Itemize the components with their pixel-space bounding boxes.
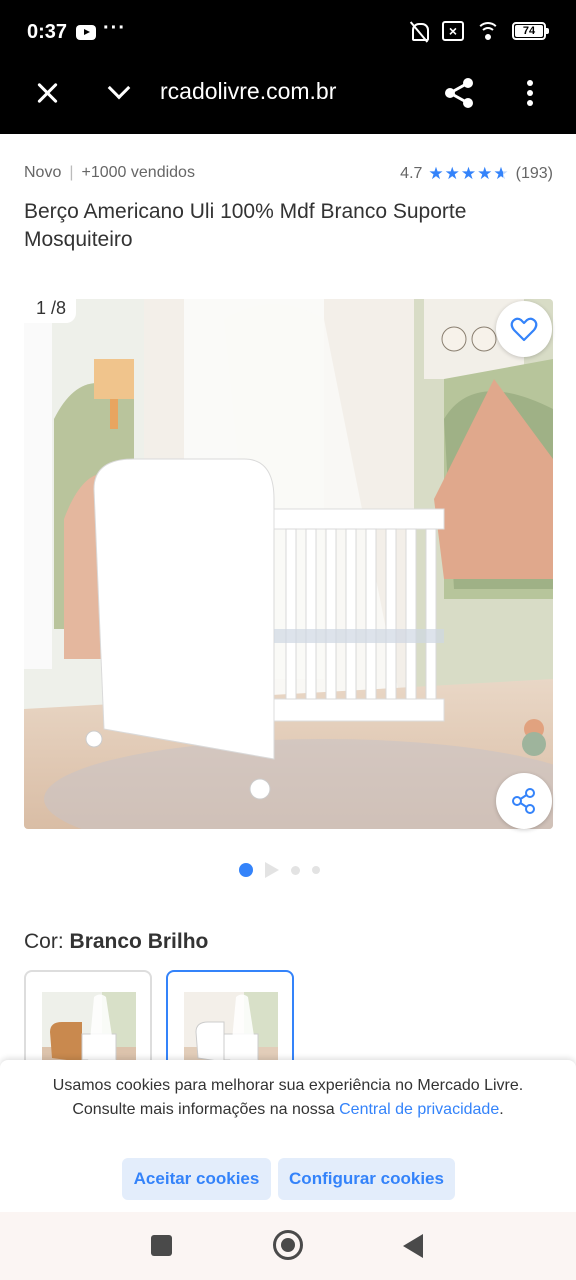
- share-button[interactable]: [496, 773, 552, 829]
- pagination-dot[interactable]: [238, 863, 253, 877]
- star-rating-icon: ★★★★★: [428, 164, 510, 183]
- battery-level: 74: [522, 25, 536, 37]
- rating[interactable]: 4.7 ★★★★★ (193): [400, 164, 553, 184]
- pagination-dot[interactable]: [290, 865, 300, 875]
- image-counter: 1 /8: [24, 294, 77, 323]
- configure-cookies-button[interactable]: Configurar cookies: [278, 1158, 455, 1200]
- chevron-down-icon[interactable]: [106, 80, 132, 100]
- color-label: Cor:: [24, 930, 64, 953]
- browser-toolbar: rcadolivre.com.br: [0, 64, 576, 134]
- color-selector-label: Cor: Branco Brilho: [24, 930, 208, 954]
- battery-icon: 74: [512, 22, 549, 40]
- crib-photo: [24, 299, 553, 829]
- gallery-pagination[interactable]: [0, 862, 576, 878]
- more-notifications-icon: ···: [103, 17, 126, 39]
- close-icon[interactable]: [34, 80, 60, 106]
- share-icon: [512, 788, 535, 814]
- back-icon[interactable]: [403, 1234, 423, 1258]
- top-bar: 0:37 ··· × 74 rcadolivre.com.br: [0, 0, 576, 134]
- color-value: Branco Brilho: [69, 930, 209, 953]
- cookie-banner: Usamos cookies para melhorar sua experiê…: [0, 1060, 576, 1212]
- share-icon[interactable]: [442, 76, 476, 110]
- video-dot-icon[interactable]: [264, 862, 279, 878]
- bell-muted-icon: [408, 20, 430, 42]
- no-sim-icon: ×: [442, 21, 464, 41]
- cookie-message: Usamos cookies para melhorar sua experiê…: [40, 1074, 536, 1122]
- stop-icon[interactable]: [151, 1235, 172, 1256]
- url-text[interactable]: rcadolivre.com.br: [160, 78, 370, 105]
- pagination-dot[interactable]: [311, 866, 320, 874]
- wifi-icon: [476, 20, 500, 42]
- product-title: Berço Americano Uli 100% Mdf Branco Supo…: [24, 200, 467, 251]
- more-vertical-icon[interactable]: [520, 78, 540, 108]
- condition-label: Novo: [24, 164, 62, 181]
- privacy-link[interactable]: Central de privacidade: [339, 1101, 499, 1118]
- review-count: (193): [515, 165, 553, 182]
- system-navigation-bar: [0, 1212, 576, 1280]
- cookie-link-suffix: .: [499, 1101, 504, 1118]
- home-icon[interactable]: [273, 1230, 303, 1260]
- product-meta: Novo | +1000 vendidos: [24, 164, 195, 181]
- status-bar: 0:37 ··· × 74: [0, 0, 576, 64]
- status-icons: × 74: [408, 20, 549, 42]
- product-image-gallery[interactable]: [24, 299, 553, 829]
- accept-cookies-button[interactable]: Aceitar cookies: [122, 1158, 271, 1200]
- favorite-button[interactable]: [496, 301, 552, 357]
- rating-value: 4.7: [400, 165, 423, 182]
- sold-count: +1000 vendidos: [81, 164, 195, 181]
- youtube-icon: [76, 25, 96, 40]
- heart-icon: [510, 317, 538, 342]
- status-time: 0:37: [27, 21, 68, 43]
